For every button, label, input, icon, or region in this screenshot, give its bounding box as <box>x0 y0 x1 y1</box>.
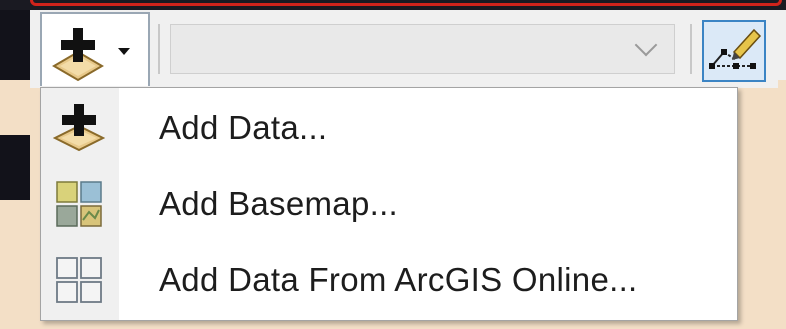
toolbar-separator <box>158 24 160 74</box>
menu-item-add-data-from-arcgis-online[interactable]: Add Data From ArcGIS Online... <box>41 242 737 318</box>
layer-select[interactable] <box>170 24 675 74</box>
add-data-icon <box>52 24 104 82</box>
add-data-menu: Add Data... Add Basemap... Add Data From… <box>40 87 738 321</box>
left-frame-edge-lower <box>0 135 30 200</box>
editor-pencil-icon <box>709 28 762 69</box>
chevron-down-icon <box>634 33 658 57</box>
menu-item-label: Add Data... <box>159 109 328 146</box>
left-frame-edge <box>0 10 30 80</box>
menu-item-label: Add Data From ArcGIS Online... <box>159 261 638 298</box>
toolbar-separator <box>690 24 692 74</box>
arcgis-online-grid-icon <box>53 256 105 304</box>
toolbar <box>30 10 778 88</box>
highlight-outline <box>30 0 782 6</box>
dropdown-arrow-icon <box>118 48 130 55</box>
add-data-dropdown-button[interactable] <box>40 12 150 86</box>
add-data-icon <box>52 104 106 152</box>
menu-item-add-data[interactable]: Add Data... <box>41 90 737 166</box>
basemap-grid-icon <box>53 180 105 228</box>
menu-item-add-basemap[interactable]: Add Basemap... <box>41 166 737 242</box>
menu-item-label: Add Basemap... <box>159 185 399 222</box>
editor-toolbar-button[interactable] <box>702 20 766 82</box>
right-frame-edge <box>778 10 786 80</box>
top-frame-bar <box>0 0 786 10</box>
